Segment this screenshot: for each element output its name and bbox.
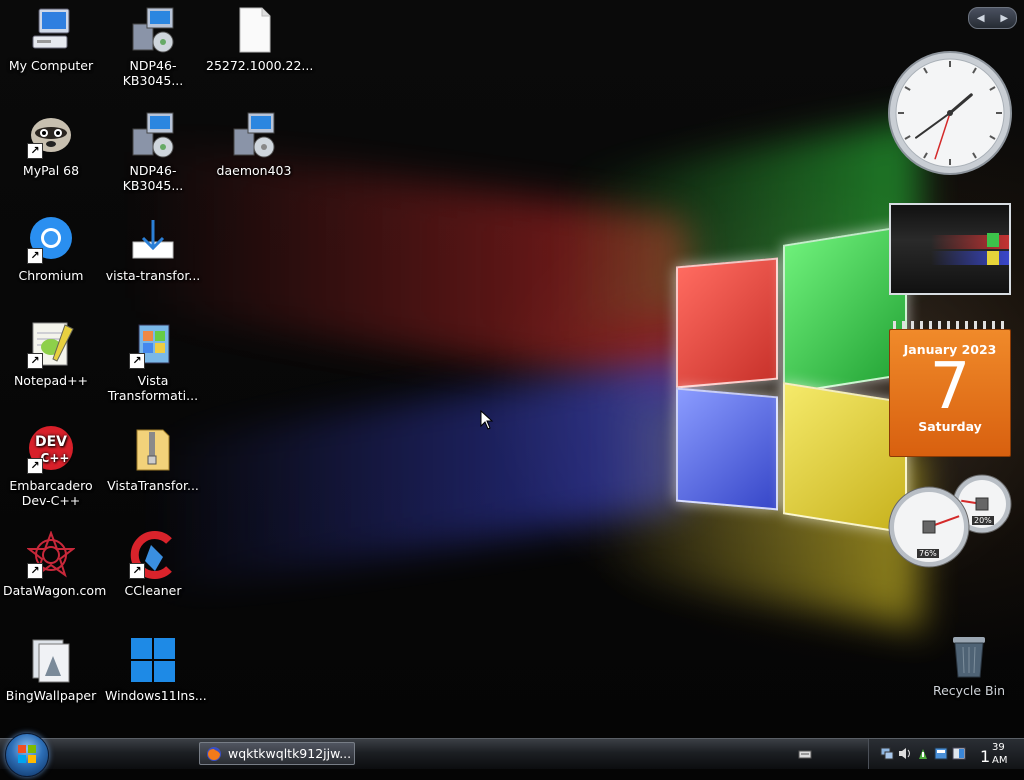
calendar-gadget[interactable]: January 2023 7 Saturday <box>889 321 1011 457</box>
safely-remove-icon[interactable] <box>916 747 930 760</box>
action-center-icon[interactable] <box>952 747 966 760</box>
cpu-percent-label: 76% <box>917 549 939 558</box>
icon-label: vista-transfor... <box>105 268 201 283</box>
calendar-weekday: Saturday <box>918 419 982 434</box>
shortcut-arrow-icon: ↗ <box>27 143 43 159</box>
taskbar-window-button[interactable]: wqktkwqltk912jjw... <box>199 742 355 765</box>
desktop-icon-vista-zip[interactable]: VistaTransfor... <box>103 426 203 493</box>
shortcut-arrow-icon: ↗ <box>129 563 145 579</box>
logo-pane-red <box>676 257 778 389</box>
icon-label: Windows11Ins... <box>105 688 207 703</box>
icon-label: Chromium <box>18 268 84 283</box>
installer-icon <box>230 111 278 159</box>
shortcut-arrow-icon: ↗ <box>27 563 43 579</box>
icon-label: DataWagon.com <box>3 583 107 598</box>
desktop-icon-ccleaner[interactable]: ↗ CCleaner <box>103 531 203 598</box>
clock-gadget[interactable] <box>887 50 1013 176</box>
clock-hour: 1 <box>980 747 991 766</box>
icon-label: My Computer <box>8 58 94 73</box>
svg-text:DEV: DEV <box>35 434 67 450</box>
desktop-icon-chromium[interactable]: ↗ Chromium <box>1 216 101 283</box>
ccleaner-icon: ↗ <box>129 531 177 579</box>
desktop-icon-vista-transformation[interactable]: ↗ Vista Transformati... <box>103 321 203 403</box>
keyboard-icon[interactable] <box>798 747 812 761</box>
icon-label: NDP46-KB3045... <box>122 58 184 88</box>
desktop-icon-ndp46-1[interactable]: NDP46-KB3045... <box>103 6 203 88</box>
raccoon-browser-icon: ↗ <box>27 111 75 159</box>
icon-label: Recycle Bin <box>932 683 1006 698</box>
taskbar: wqktkwqltk912jjw... 1 39 AM <box>0 733 1024 777</box>
analog-clock-face <box>888 51 1012 175</box>
mouse-cursor-icon <box>480 410 494 430</box>
notepad-icon: ↗ <box>27 321 75 369</box>
previous-page-icon[interactable]: ◀ <box>977 13 985 24</box>
download-icon <box>129 216 177 264</box>
next-page-icon[interactable]: ▶ <box>1000 13 1008 24</box>
icon-label: Notepad++ <box>13 373 89 388</box>
installer-icon <box>129 6 177 54</box>
bing-wallpaper-icon <box>27 636 75 684</box>
start-button[interactable] <box>5 733 49 777</box>
memory-percent-label: 20% <box>972 516 994 525</box>
cpu-meter-gadget[interactable]: 76% 20% <box>887 474 1013 570</box>
icon-label: MyPal 68 <box>22 163 80 178</box>
firefox-icon <box>207 746 221 761</box>
icon-label: 25272.1000.22... <box>206 58 314 73</box>
svg-text:C++: C++ <box>41 451 70 465</box>
chromium-icon: ↗ <box>27 216 75 264</box>
icon-label: daemon403 <box>216 163 292 178</box>
desktop-icon-vista-transfor[interactable]: vista-transfor... <box>103 216 203 283</box>
volume-icon[interactable] <box>898 747 912 760</box>
calendar-page: January 2023 7 Saturday <box>889 329 1011 457</box>
icon-label: Vista Transformati... <box>107 373 199 403</box>
datawagon-icon: ↗ <box>26 530 76 579</box>
desktop-icon-file-25272[interactable]: 25272.1000.22... <box>204 6 314 73</box>
blank-file-icon <box>230 6 278 54</box>
clock-center <box>947 110 953 116</box>
memory-gauge-chip-icon <box>975 497 989 511</box>
shortcut-arrow-icon: ↗ <box>27 353 43 369</box>
slideshow-gadget[interactable] <box>889 203 1011 295</box>
desktop-icon-win11ins[interactable]: Windows11Ins... <box>103 636 207 703</box>
taskbar-window-title: wqktkwqltk912jjw... <box>228 746 352 761</box>
desktop-icon-notepadpp[interactable]: ↗ Notepad++ <box>1 321 101 388</box>
gadget-navigation[interactable]: ◀ ▶ <box>968 7 1017 29</box>
logo-pane-blue <box>676 387 778 511</box>
calendar-day: 7 <box>929 350 971 424</box>
icon-label: Embarcadero Dev-C++ <box>9 478 93 508</box>
vista-transform-icon: ↗ <box>129 321 177 369</box>
desktop-icon-daemon403[interactable]: daemon403 <box>204 111 304 178</box>
network-icon[interactable] <box>880 747 894 760</box>
installer-icon <box>129 111 177 159</box>
shortcut-arrow-icon: ↗ <box>27 248 43 264</box>
desktop-icon-bingwallpaper[interactable]: BingWallpaper <box>1 636 101 703</box>
desktop-icon-mypal[interactable]: ↗ MyPal 68 <box>1 111 101 178</box>
slideshow-preview <box>891 205 1009 293</box>
computer-icon <box>27 6 75 54</box>
desktop-icon-my-computer[interactable]: My Computer <box>1 6 101 73</box>
security-icon[interactable] <box>934 747 948 760</box>
recycle-bin-icon <box>945 631 993 679</box>
cpu-memory-gauges <box>888 474 1012 568</box>
icon-label: NDP46-KB3045... <box>122 163 184 193</box>
zip-folder-icon <box>129 426 177 474</box>
clock-ampm: AM <box>992 755 1008 766</box>
desktop-icon-recycle-bin[interactable]: Recycle Bin <box>919 631 1019 698</box>
cpu-gauge-chip-icon <box>922 520 936 534</box>
shortcut-arrow-icon: ↗ <box>129 353 145 369</box>
desktop-icon-datawagon[interactable]: ↗ DataWagon.com <box>1 530 107 598</box>
icon-label: BingWallpaper <box>5 688 97 703</box>
windows-logo-icon <box>18 745 36 763</box>
icon-label: CCleaner <box>124 583 182 598</box>
clock-minute: 39 <box>992 742 1005 753</box>
desktop-icon-dev-cpp[interactable]: DEV C++ ↗ Embarcadero Dev-C++ <box>1 426 101 508</box>
icon-label: VistaTransfor... <box>107 478 199 493</box>
desktop-icon-ndp46-2[interactable]: NDP46-KB3045... <box>103 111 203 193</box>
desktop: My Computer ↗ MyPal 68 ↗ Chromium ↗ Note… <box>0 0 1024 738</box>
shortcut-arrow-icon: ↗ <box>27 458 43 474</box>
dev-cpp-icon: DEV C++ ↗ <box>27 426 75 474</box>
windows11-icon <box>129 636 177 684</box>
